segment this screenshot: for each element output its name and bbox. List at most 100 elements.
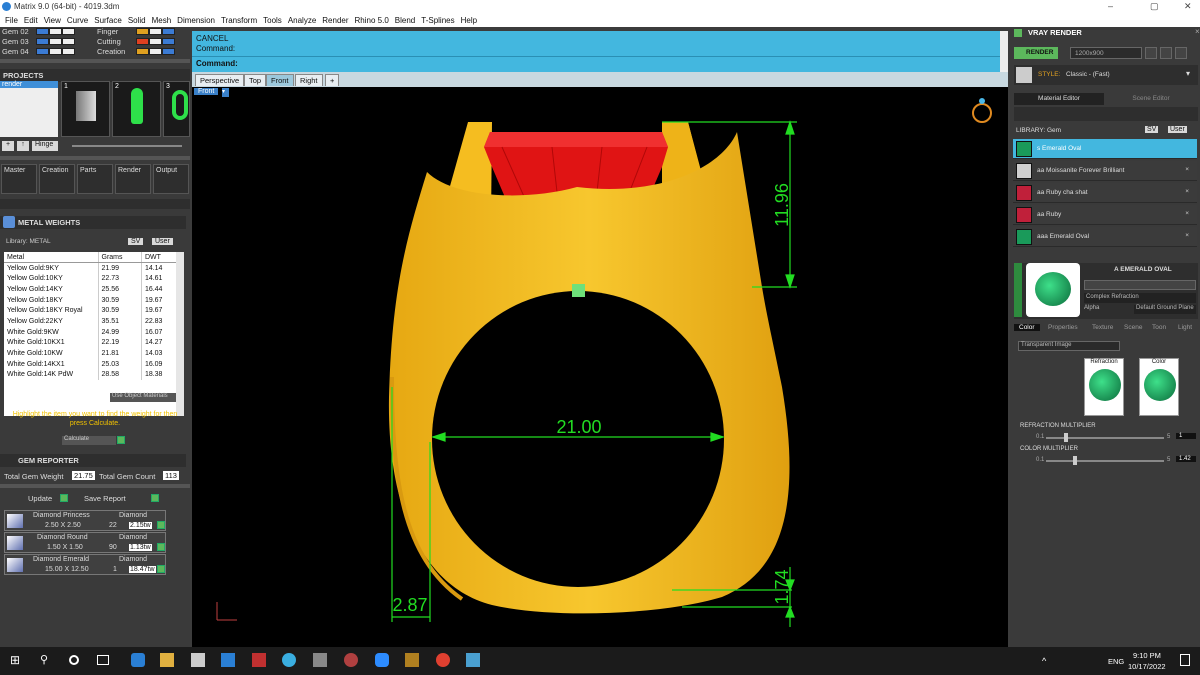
menu-tools[interactable]: Tools xyxy=(263,16,282,25)
layer-row[interactable]: Finger xyxy=(97,27,118,36)
menu-dimension[interactable]: Dimension xyxy=(177,16,215,25)
menu-surface[interactable]: Surface xyxy=(94,16,122,25)
menu-file[interactable]: File xyxy=(5,16,18,25)
transparent-select[interactable]: Transparent Image xyxy=(1018,341,1120,351)
color-swatch[interactable]: Color xyxy=(1139,358,1179,416)
refraction-value[interactable]: 1 xyxy=(1176,433,1196,439)
table-row[interactable]: White Gold:14K PdW 28.58 18.38 xyxy=(4,369,181,381)
tab-perspective[interactable]: Perspective xyxy=(195,74,245,86)
sv-button[interactable]: SV xyxy=(1145,126,1159,133)
splitter[interactable] xyxy=(0,59,190,63)
menu-solid[interactable]: Solid xyxy=(128,16,146,25)
layer-lock-icon[interactable] xyxy=(149,28,162,35)
layer-lock-icon[interactable] xyxy=(49,38,62,45)
style-row[interactable]: STYLE: Classic - (Fast) ▾ xyxy=(1014,65,1198,85)
table-scrollbar[interactable] xyxy=(176,252,184,416)
tab-light[interactable]: Light xyxy=(1178,324,1192,331)
save-report-button[interactable]: Save Report xyxy=(84,494,126,503)
vray-render-button[interactable]: RENDER xyxy=(1014,47,1058,59)
collapse-handle[interactable] xyxy=(1014,263,1022,317)
mail-icon[interactable] xyxy=(221,653,235,667)
layer-color-swatch[interactable] xyxy=(36,38,49,45)
table-row[interactable]: Yellow Gold:22KY 35.51 22.83 xyxy=(4,316,181,327)
gem-row[interactable]: Diamond Round 1.50 X 1.50 Diamond 90 1.1… xyxy=(4,532,166,553)
menu-analyze[interactable]: Analyze xyxy=(288,16,316,25)
explorer-icon[interactable] xyxy=(160,653,174,667)
table-row[interactable]: White Gold:14KX1 25.03 16.09 xyxy=(4,358,181,370)
resolution-next-icon[interactable] xyxy=(1160,47,1172,59)
menu-tsplines[interactable]: T-Splines xyxy=(421,16,454,25)
tab-color[interactable]: Color xyxy=(1014,324,1040,331)
app-icon[interactable] xyxy=(282,653,296,667)
zoom-icon[interactable] xyxy=(375,653,389,667)
layer-lock-icon[interactable] xyxy=(49,28,62,35)
remove-icon[interactable]: × xyxy=(1185,166,1189,173)
project-thumb[interactable]: 1 xyxy=(61,81,110,137)
layer-lock-icon[interactable] xyxy=(49,48,62,55)
menu-mesh[interactable]: Mesh xyxy=(152,16,172,25)
menu-rhino[interactable]: Rhino 5.0 xyxy=(355,16,389,25)
col-header[interactable]: DWT xyxy=(141,252,181,264)
splitter[interactable] xyxy=(0,484,190,488)
app-icon[interactable] xyxy=(252,653,266,667)
category-output[interactable]: Output xyxy=(153,164,189,194)
layer-color-swatch[interactable] xyxy=(36,48,49,55)
layer-visible-icon[interactable] xyxy=(162,48,175,55)
layer-color-swatch[interactable] xyxy=(36,28,49,35)
task-view-icon[interactable] xyxy=(97,655,109,665)
table-row[interactable]: White Gold:9KW 24.99 16.07 xyxy=(4,326,181,338)
sv-button[interactable]: SV xyxy=(128,238,144,245)
refraction-swatch[interactable]: Refraction xyxy=(1084,358,1124,416)
table-row[interactable]: White Gold:10KW 21.81 14.03 xyxy=(4,348,181,359)
menu-curve[interactable]: Curve xyxy=(67,16,88,25)
center-marker[interactable] xyxy=(572,284,585,297)
color-value[interactable]: 1.42 xyxy=(1176,456,1196,462)
col-header[interactable]: Metal xyxy=(4,252,99,264)
material-item[interactable]: s Emerald Oval xyxy=(1013,139,1197,159)
notification-icon[interactable] xyxy=(1180,654,1190,666)
material-item[interactable]: aa Ruby cha shat × xyxy=(1013,183,1197,203)
table-row[interactable]: White Gold:10KX1 22.19 14.27 xyxy=(4,337,181,349)
ground-select[interactable]: Default Ground Plane xyxy=(1134,305,1196,314)
update-button[interactable]: Update xyxy=(28,494,52,503)
viewport-front[interactable]: Front ▾ 11.96 21.00 2.87 1.74 xyxy=(192,87,1008,647)
tab-texture[interactable]: Texture xyxy=(1092,324,1113,331)
tab-toon[interactable]: Toon xyxy=(1152,324,1166,331)
material-item[interactable]: aaa Emerald Oval × xyxy=(1013,227,1197,247)
tab-scene[interactable]: Scene xyxy=(1124,324,1142,331)
gem-go-icon[interactable] xyxy=(157,521,165,529)
project-thumb[interactable]: 3 xyxy=(163,81,190,137)
category-parts[interactable]: Parts xyxy=(77,164,113,194)
gem-go-icon[interactable] xyxy=(157,565,165,573)
up-icon[interactable]: ↑ xyxy=(17,141,29,151)
project-list[interactable]: render xyxy=(0,81,58,137)
tab-front[interactable]: Front xyxy=(266,74,294,86)
layer-color-swatch[interactable] xyxy=(136,28,149,35)
color-slider[interactable] xyxy=(1046,460,1164,462)
language-indicator[interactable]: ENG xyxy=(1108,657,1124,666)
layer-color-swatch[interactable] xyxy=(136,48,149,55)
tab-add[interactable]: + xyxy=(325,74,340,86)
command-scrollbar[interactable] xyxy=(1000,31,1008,72)
table-row[interactable]: Yellow Gold:18KY 30.59 19.67 xyxy=(4,294,181,306)
menu-transform[interactable]: Transform xyxy=(221,16,257,25)
category-creation[interactable]: Creation xyxy=(39,164,75,194)
resolution-field[interactable]: 1200x900 xyxy=(1070,47,1142,59)
tab-scene-editor[interactable]: Scene Editor xyxy=(1106,93,1196,105)
chrome-icon[interactable] xyxy=(436,653,450,667)
tab-right[interactable]: Right xyxy=(295,74,323,86)
maximize-button[interactable]: ▢ xyxy=(1150,1,1159,12)
hinge-button[interactable]: Hinge xyxy=(32,141,58,151)
material-tools[interactable] xyxy=(1084,280,1196,290)
menu-edit[interactable]: Edit xyxy=(24,16,38,25)
remove-icon[interactable]: × xyxy=(1185,232,1189,239)
update-go-icon[interactable] xyxy=(60,494,68,502)
layer-color-swatch[interactable] xyxy=(136,38,149,45)
search-icon[interactable]: ⚲ xyxy=(40,653,54,667)
add-icon[interactable]: + xyxy=(2,141,14,151)
menu-help[interactable]: Help xyxy=(461,16,477,25)
calculate-button[interactable]: Calculate xyxy=(62,436,116,445)
tray-icons[interactable]: ^ xyxy=(1042,656,1046,666)
material-item[interactable]: aa Moissanite Forever Brilliant × xyxy=(1013,161,1197,181)
layer-visible-icon[interactable] xyxy=(62,28,75,35)
